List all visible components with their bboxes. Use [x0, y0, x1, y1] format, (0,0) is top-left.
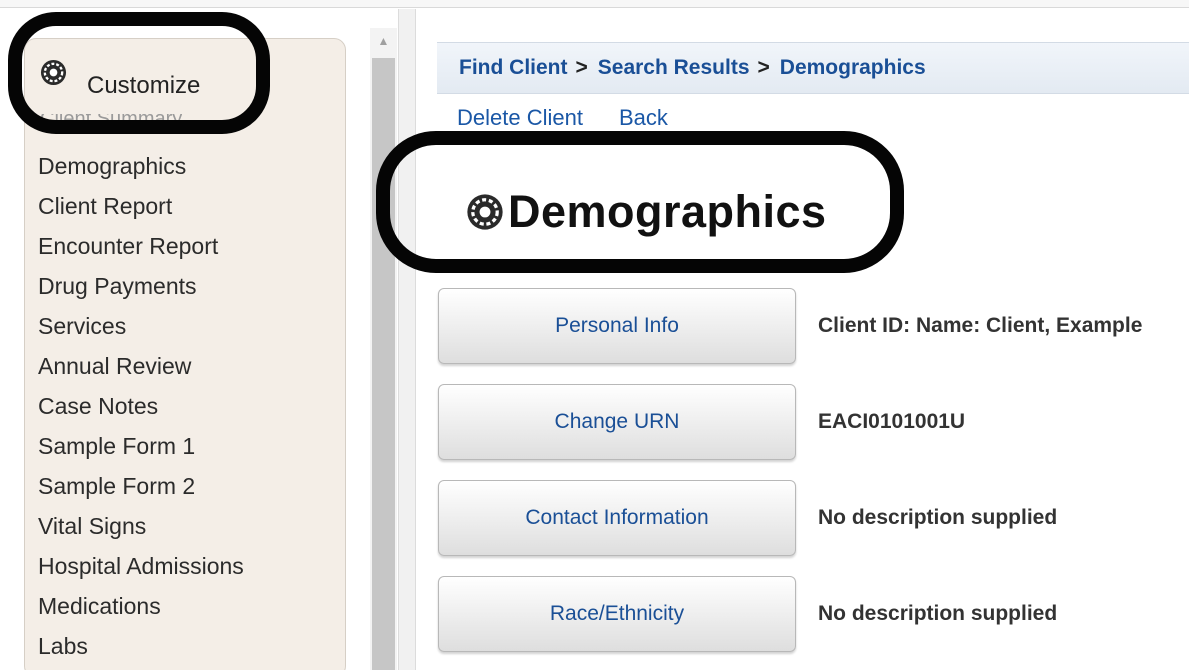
window-top-strip — [0, 0, 1189, 8]
page-title-text: Demographics — [508, 186, 827, 237]
sidebar-item-annual-review[interactable]: Annual Review — [38, 346, 244, 386]
pane-divider — [398, 9, 416, 670]
sidebar-scrollbar[interactable]: ▲ — [370, 28, 397, 670]
sidebar-item-labs[interactable]: Labs — [38, 626, 244, 666]
personal-info-button[interactable]: Personal Info — [438, 288, 796, 364]
sidebar-item-sample-form-2[interactable]: Sample Form 2 — [38, 466, 244, 506]
breadcrumb-demographics[interactable]: Demographics — [780, 56, 926, 80]
race-ethnicity-button[interactable]: Race/Ethnicity — [438, 576, 796, 652]
page-title: Demographics — [466, 186, 827, 238]
sidebar-nav: Demographics Client Report Encounter Rep… — [38, 146, 244, 666]
contact-information-description: No description supplied — [818, 506, 1058, 529]
breadcrumb-separator: > — [575, 56, 588, 79]
breadcrumb-search-results[interactable]: Search Results — [598, 56, 750, 80]
back-link[interactable]: Back — [619, 105, 668, 131]
sidebar-item-case-notes[interactable]: Case Notes — [38, 386, 244, 426]
sidebar-item-services[interactable]: Services — [38, 306, 244, 346]
sidebar-item-demographics[interactable]: Demographics — [38, 146, 244, 186]
change-urn-description: EACI0101001U — [818, 410, 966, 433]
change-urn-button[interactable]: Change URN — [438, 384, 796, 460]
gear-icon[interactable] — [466, 193, 504, 231]
annotation-ellipse-customize — [8, 12, 270, 134]
breadcrumb-find-client[interactable]: Find Client — [459, 56, 568, 80]
scroll-up-arrow-icon[interactable]: ▲ — [370, 28, 397, 56]
breadcrumb: Find Client > Search Results > Demograph… — [437, 42, 1189, 94]
race-ethnicity-description: No description supplied — [818, 602, 1058, 625]
sidebar-item-hospital-admissions[interactable]: Hospital Admissions — [38, 546, 244, 586]
sidebar-item-sample-form-1[interactable]: Sample Form 1 — [38, 426, 244, 466]
sidebar-item-medications[interactable]: Medications — [38, 586, 244, 626]
contact-information-button[interactable]: Contact Information — [438, 480, 796, 556]
breadcrumb-separator: > — [757, 56, 770, 79]
sidebar-item-drug-payments[interactable]: Drug Payments — [38, 266, 244, 306]
sidebar-item-encounter-report[interactable]: Encounter Report — [38, 226, 244, 266]
sidebar-item-client-report[interactable]: Client Report — [38, 186, 244, 226]
delete-client-link[interactable]: Delete Client — [457, 105, 583, 131]
personal-info-description: Client ID: Name: Client, Example — [818, 314, 1143, 337]
sidebar-item-vital-signs[interactable]: Vital Signs — [38, 506, 244, 546]
